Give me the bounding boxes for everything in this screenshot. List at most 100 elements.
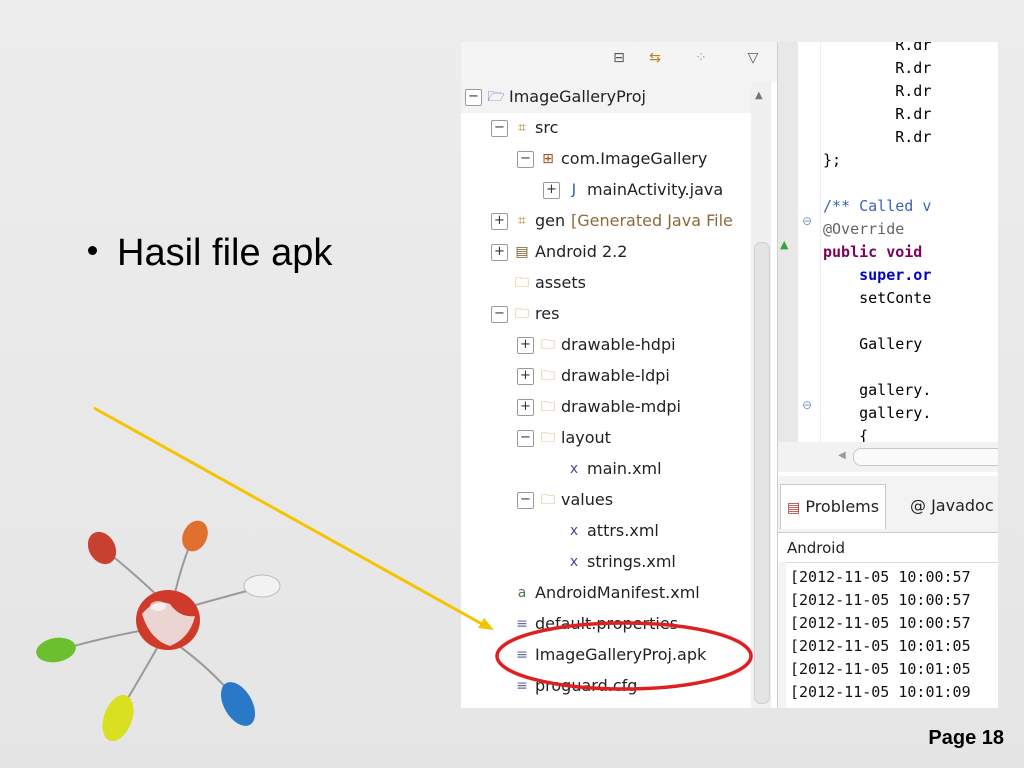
- eclipse-screenshot: ⊟ ⇆ ⁘ ▽ − 🗁 ImageGalleryProj − ⌗ src − ⊞ com.Ima…: [461, 42, 998, 708]
- tree-item[interactable]: − 🗀 res: [461, 299, 759, 330]
- hscroll-thumb[interactable]: [853, 448, 998, 466]
- tree-item-label: Android 2.2: [535, 242, 628, 261]
- folder-icon: 🗀: [541, 368, 555, 384]
- collapse-icon[interactable]: −: [465, 89, 482, 106]
- problems-icon: ▤: [787, 500, 801, 516]
- link-editor-icon[interactable]: ⇆: [645, 48, 665, 68]
- explorer-toolbar: ⊟ ⇆ ⁘ ▽: [461, 42, 777, 82]
- code-line: gallery.: [823, 404, 932, 422]
- expand-icon[interactable]: +: [491, 244, 508, 261]
- tree-item[interactable]: − 🗁 ImageGalleryProj: [461, 82, 759, 113]
- manifest-file-icon: a: [517, 585, 527, 601]
- page-number: Page 18: [928, 727, 1004, 749]
- code-line: R.dr: [823, 59, 932, 77]
- tab-problems[interactable]: ▤ Problems: [780, 484, 887, 529]
- tree-item[interactable]: x attrs.xml: [461, 516, 759, 547]
- bullet-text: Hasil file apk: [117, 232, 333, 274]
- collapse-all-icon[interactable]: ⊟: [609, 48, 629, 68]
- explorer-scrollbar[interactable]: ▲: [751, 82, 771, 708]
- dots-icon[interactable]: ⁘: [691, 48, 711, 68]
- tree-item[interactable]: − 🗀 layout: [461, 423, 759, 454]
- collapse-icon[interactable]: −: [517, 151, 534, 168]
- collapse-icon[interactable]: −: [517, 430, 534, 447]
- tree-item-label: ImageGalleryProj.apk: [535, 645, 707, 664]
- console-line: [2012-11-05 10:01:05: [790, 660, 971, 678]
- editor-hscrollbar[interactable]: ◀: [778, 442, 998, 472]
- source-folder-icon: ⌗: [518, 213, 526, 229]
- code-line: public void: [823, 243, 932, 261]
- tree-item-label: src: [535, 118, 559, 137]
- tree-item[interactable]: + 🗀 drawable-ldpi: [461, 361, 759, 392]
- tab-javadoc-label: @ Javadoc: [910, 496, 994, 515]
- code-line: super.or: [823, 266, 932, 284]
- mouse-network-logo-icon: [36, 520, 281, 742]
- text-file-icon: ≡: [516, 678, 528, 694]
- tree-item[interactable]: + JmainActivity.java: [461, 175, 759, 206]
- console-gutter: [778, 562, 786, 708]
- project-tree: − 🗁 ImageGalleryProj − ⌗ src − ⊞ com.ImageGaller…: [461, 82, 759, 702]
- expand-icon[interactable]: +: [517, 399, 534, 416]
- tree-item-label: drawable-hdpi: [561, 335, 676, 354]
- override-marker-icon: ▲: [780, 238, 789, 251]
- console-title: Android: [778, 534, 998, 563]
- tree-item-label: layout: [561, 428, 611, 447]
- scroll-thumb[interactable]: [754, 242, 770, 704]
- console-tabs: ▤ Problems @ Javadoc: [778, 476, 998, 533]
- expand-icon[interactable]: +: [517, 368, 534, 385]
- tree-item-label: res: [535, 304, 560, 323]
- expand-icon[interactable]: +: [517, 337, 534, 354]
- tree-item-label: ImageGalleryProj: [509, 87, 646, 106]
- fold-icon[interactable]: ⊖: [802, 398, 812, 412]
- xml-file-icon: x: [569, 523, 579, 539]
- tree-item[interactable]: − ⊞ com.ImageGallery: [461, 144, 759, 175]
- tree-item[interactable]: x main.xml: [461, 454, 759, 485]
- collapse-icon[interactable]: −: [491, 120, 508, 137]
- code-line: @Override: [823, 220, 905, 238]
- tree-item[interactable]: + 🗀 drawable-hdpi: [461, 330, 759, 361]
- code-line: gallery.: [823, 381, 932, 399]
- code-line: R.dr: [823, 105, 932, 123]
- tree-item[interactable]: + ▤ Android 2.2: [461, 237, 759, 268]
- tree-item[interactable]: 🗀 assets: [461, 268, 759, 299]
- tree-item[interactable]: a AndroidManifest.xml: [461, 578, 759, 609]
- xml-file-icon: x: [569, 554, 579, 570]
- tree-item[interactable]: − ⌗ src: [461, 113, 759, 144]
- folder-icon: 🗀: [541, 337, 555, 353]
- tree-item[interactable]: + 🗀 drawable-mdpi: [461, 392, 759, 423]
- xml-file-icon: x: [569, 461, 579, 477]
- tab-javadoc[interactable]: @ Javadoc: [906, 484, 994, 528]
- bullet-dot: [88, 246, 97, 256]
- code-line: R.dr: [823, 42, 932, 54]
- editor-gutter: [778, 42, 798, 472]
- tree-item-label: com.ImageGallery: [561, 149, 708, 168]
- code-editor[interactable]: ⊖ ▲ ⊖ R.dr R.dr R.dr R.dr R.dr}; /** Call…: [778, 42, 998, 472]
- tree-item-label: mainActivity.java: [587, 180, 724, 199]
- tree-item[interactable]: − 🗀 values: [461, 485, 759, 516]
- scroll-up-icon[interactable]: ▲: [755, 90, 763, 101]
- tree-item-label: attrs.xml: [587, 521, 659, 540]
- tree-item[interactable]: + ⌗ gen [Generated Java File: [461, 206, 759, 237]
- tree-item[interactable]: ≡ ImageGalleryProj.apk: [461, 640, 759, 671]
- source-folder-icon: ⌗: [518, 120, 526, 136]
- collapse-icon[interactable]: −: [517, 492, 534, 509]
- folder-icon: 🗀: [541, 399, 555, 415]
- console-line: [2012-11-05 10:00:57: [790, 568, 971, 586]
- console-line: [2012-11-05 10:01:09: [790, 683, 971, 701]
- console-line: [2012-11-05 10:00:57: [790, 614, 971, 632]
- expand-icon[interactable]: +: [491, 213, 508, 230]
- collapse-icon[interactable]: −: [491, 306, 508, 323]
- expand-icon[interactable]: +: [543, 182, 560, 199]
- fold-icon[interactable]: ⊖: [802, 214, 812, 228]
- tree-item[interactable]: ≡ default.properties: [461, 609, 759, 640]
- tree-item-label: strings.xml: [587, 552, 676, 571]
- folder-icon: 🗀: [541, 430, 555, 446]
- view-menu-icon[interactable]: ▽: [743, 48, 763, 68]
- tree-item-label: proguard.cfg: [535, 676, 638, 695]
- scroll-left-icon[interactable]: ◀: [838, 450, 846, 461]
- folder-icon: 🗀: [541, 492, 555, 508]
- tree-item[interactable]: ≡ proguard.cfg: [461, 671, 759, 702]
- tree-item[interactable]: x strings.xml: [461, 547, 759, 578]
- text-file-icon: ≡: [516, 616, 528, 632]
